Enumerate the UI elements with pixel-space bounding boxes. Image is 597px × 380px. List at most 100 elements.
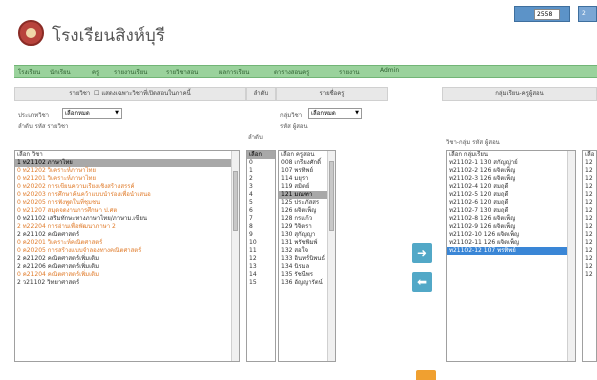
subject-list-item[interactable]: 0 ค21204 คณิตศาสตร์เพิ่มเติม	[15, 271, 239, 279]
group-number-listbox[interactable]: เลือ 12 12 12 12 12 12 12 12 12 12 12 12 12 12 12	[582, 150, 597, 362]
subject-number-item[interactable]: 15	[247, 279, 275, 287]
subjects-scrollbar[interactable]	[231, 151, 239, 361]
menu-item-teachers[interactable]: ครู	[92, 67, 99, 77]
subject-number-sort-label: ลำดับ	[248, 134, 263, 141]
teachers-scrollbar[interactable]	[327, 151, 335, 361]
subject-list-item[interactable]: 2 ว21102 วิทยาศาสตร์	[15, 279, 239, 287]
group-list-item[interactable]: ท21102-1 130 สกัญญ่าย์	[447, 159, 575, 167]
groups-scrollbar[interactable]	[567, 151, 575, 361]
arrow-right-icon: ➜	[416, 246, 428, 260]
subject-number-item[interactable]: 9	[247, 231, 275, 239]
group-list-item[interactable]: ท21102-9 126 ผจิตเพ็ญ	[447, 223, 575, 231]
group-list-item[interactable]: ท21102-12 107 พรทิพย์	[447, 247, 575, 255]
save-button[interactable]	[416, 370, 436, 380]
year-select[interactable]: 2558	[534, 9, 560, 20]
subject-list-item[interactable]: 2 ท22204 การอ่านเพื่อพัฒนาภาษา 2	[15, 223, 239, 231]
subject-number-item[interactable]: 14	[247, 271, 275, 279]
group-number-item[interactable]: 12	[583, 215, 596, 223]
subject-list-item[interactable]: เลือก วิชา	[15, 151, 239, 159]
menu-item-admin[interactable]: Admin	[380, 67, 399, 74]
groups-listbox[interactable]: เลือก กลุ่มเรียน ท21102-1 130 สกัญญ่าย์ ท2…	[446, 150, 576, 362]
subject-number-item[interactable]: 4	[247, 191, 275, 199]
subject-list-item[interactable]: 0 ค20201 วิเคราะห์คณิตศาสตร์	[15, 239, 239, 247]
subject-number-item[interactable]: 2	[247, 175, 275, 183]
group-list-item[interactable]: ท21102-7 130 สมฤดี	[447, 207, 575, 215]
menu-item-class-report[interactable]: รายงานเรียน	[114, 67, 147, 77]
subject-list-item[interactable]: 0 ท21202 วิเคราะห์ภาษาไทย	[15, 167, 239, 175]
site-title: โรงเรียนสิงห์บุรี	[52, 26, 165, 46]
subject-number-item[interactable]: 1	[247, 167, 275, 175]
teacher-group-label: กลุ่มวิชา	[280, 112, 303, 119]
subject-list-item[interactable]: 2 ค21102 คณิตศาสตร์	[15, 231, 239, 239]
group-number-item[interactable]: 12	[583, 231, 596, 239]
subject-list-item[interactable]: 0 ท21207 สมุดจดงานการศึกษา ป.ศต	[15, 207, 239, 215]
subject-type-select[interactable]: เลือกหมด	[62, 108, 122, 119]
menu-item-school[interactable]: โรงเรียน	[18, 67, 40, 77]
group-number-item[interactable]: 12	[583, 199, 596, 207]
group-number-item[interactable]: 12	[583, 191, 596, 199]
group-list-item[interactable]: ท21102-11 126 ผจิตเพ็ญ	[447, 239, 575, 247]
groups-header: กลุ่มเรียน-ครูผู้สอน	[442, 87, 597, 101]
group-number-item[interactable]: 12	[583, 183, 596, 191]
teachers-scroll-thumb[interactable]	[329, 161, 334, 231]
subjects-header: รายวิชา ☐ แสดงเฉพาะวิชาที่เปิดสอนในภาคนี…	[14, 87, 246, 101]
subject-number-item[interactable]: 7	[247, 215, 275, 223]
subjects-scroll-thumb[interactable]	[233, 171, 238, 231]
menu-item-subjects[interactable]: รายวิชาสอน	[166, 67, 198, 77]
teachers-header: รายชื่อครู	[276, 87, 388, 101]
group-number-item[interactable]: 12	[583, 159, 596, 167]
group-number-item[interactable]: 12	[583, 247, 596, 255]
school-logo	[18, 20, 44, 46]
subject-number-item[interactable]: 3	[247, 183, 275, 191]
group-list-item[interactable]: ท21102-3 126 ผจิตเพ็ญ	[447, 175, 575, 183]
group-list-item[interactable]: เลือก กลุ่มเรียน	[447, 151, 575, 159]
subject-number-item[interactable]: 13	[247, 263, 275, 271]
subject-number-item[interactable]: 8	[247, 223, 275, 231]
subject-list-item[interactable]: 2 ค21202 คณิตศาสตร์เพิ่มเติม	[15, 255, 239, 263]
menu-item-timetable[interactable]: ตารางสอนครู	[274, 67, 309, 77]
subject-number-item[interactable]: 12	[247, 255, 275, 263]
main-menu: โรงเรียน นักเรียน ครู รายงานเรียน รายวิช…	[14, 65, 597, 78]
remove-teacher-button[interactable]: ⬅	[412, 272, 432, 292]
subject-list-item[interactable]: 0 ค20205 การสร้างแบบจำลองทางคณิตศาสตร์	[15, 247, 239, 255]
subjects-listbox[interactable]: เลือก วิชา 1 ท21102 ภาษาไทย 0 ท21202 วิเคร…	[14, 150, 240, 362]
group-list-item[interactable]: ท21102-2 126 ผจิตเพ็ญ	[447, 167, 575, 175]
group-list-item[interactable]: ท21102-8 126 ผจิตเพ็ญ	[447, 215, 575, 223]
group-list-item[interactable]: ท21102-5 120 สมฤดี	[447, 191, 575, 199]
group-list-item[interactable]: ท21102-10 126 ผจิตเพ็ญ	[447, 231, 575, 239]
subject-number-listbox[interactable]: เลือก 0 1 2 3 4 5 6 7 8 9 10 11 12 13 14 15	[246, 150, 276, 362]
teachers-listbox[interactable]: เลือก ครูสอน 008 เกรียงศักดิ์ 107 พรทิพย์ 1…	[278, 150, 336, 362]
group-number-item[interactable]: 12	[583, 207, 596, 215]
subject-number-item[interactable]: 6	[247, 207, 275, 215]
teacher-group-select[interactable]: เลือกหมด	[308, 108, 362, 119]
subject-list-item[interactable]: 0 ท20202 การเขียนความเรียงเชิงสร้างสรรค์	[15, 183, 239, 191]
subject-list-item[interactable]: 0 ท21201 วิเคราะห์ภาษาไทย	[15, 175, 239, 183]
group-number-item[interactable]: 12	[583, 271, 596, 279]
group-list-item[interactable]: ท21102-6 120 สมฤดี	[447, 199, 575, 207]
subject-number-item[interactable]: เลือก	[247, 151, 275, 159]
menu-item-students[interactable]: นักเรียน	[50, 67, 71, 77]
group-list-item[interactable]: ท21102-4 120 สมฤดี	[447, 183, 575, 191]
group-number-item[interactable]: 12	[583, 239, 596, 247]
group-number-item[interactable]: 12	[583, 223, 596, 231]
subject-list-item[interactable]: 0 ท21102 เสริมทักษะทางภาษาไทย/ภาษาม.เขีย…	[15, 215, 239, 223]
group-number-item[interactable]: 12	[583, 255, 596, 263]
semester-select[interactable]: 2	[578, 6, 597, 22]
group-number-item[interactable]: 12	[583, 263, 596, 271]
subject-number-item[interactable]: 11	[247, 247, 275, 255]
group-number-item[interactable]: 12	[583, 175, 596, 183]
group-number-item[interactable]: เลือ	[583, 151, 596, 159]
subject-number-item[interactable]: 0	[247, 159, 275, 167]
subject-number-item[interactable]: 5	[247, 199, 275, 207]
group-number-item[interactable]: 12	[583, 167, 596, 175]
subjects-sort-label: ลำดับ รหัส รายวิชา	[18, 123, 69, 130]
subject-list-item[interactable]: 1 ท21102 ภาษาไทย	[15, 159, 239, 167]
add-teacher-button[interactable]: ➜	[412, 243, 432, 263]
subject-list-item[interactable]: 2 ค21206 คณิตศาสตร์เพิ่มเติม	[15, 263, 239, 271]
menu-item-reports[interactable]: รายงาน	[339, 67, 360, 77]
menu-item-results[interactable]: ผลการเรียน	[219, 67, 249, 77]
subject-list-item[interactable]: 0 ท20205 การฟังพูดในที่ชุมชน	[15, 199, 239, 207]
subject-number-header: ลำดับ	[246, 87, 276, 101]
subject-list-item[interactable]: 0 ท20203 การศึกษาค้นคว้าแบบนำร่องเพื่อนำ…	[15, 191, 239, 199]
subject-number-item[interactable]: 10	[247, 239, 275, 247]
